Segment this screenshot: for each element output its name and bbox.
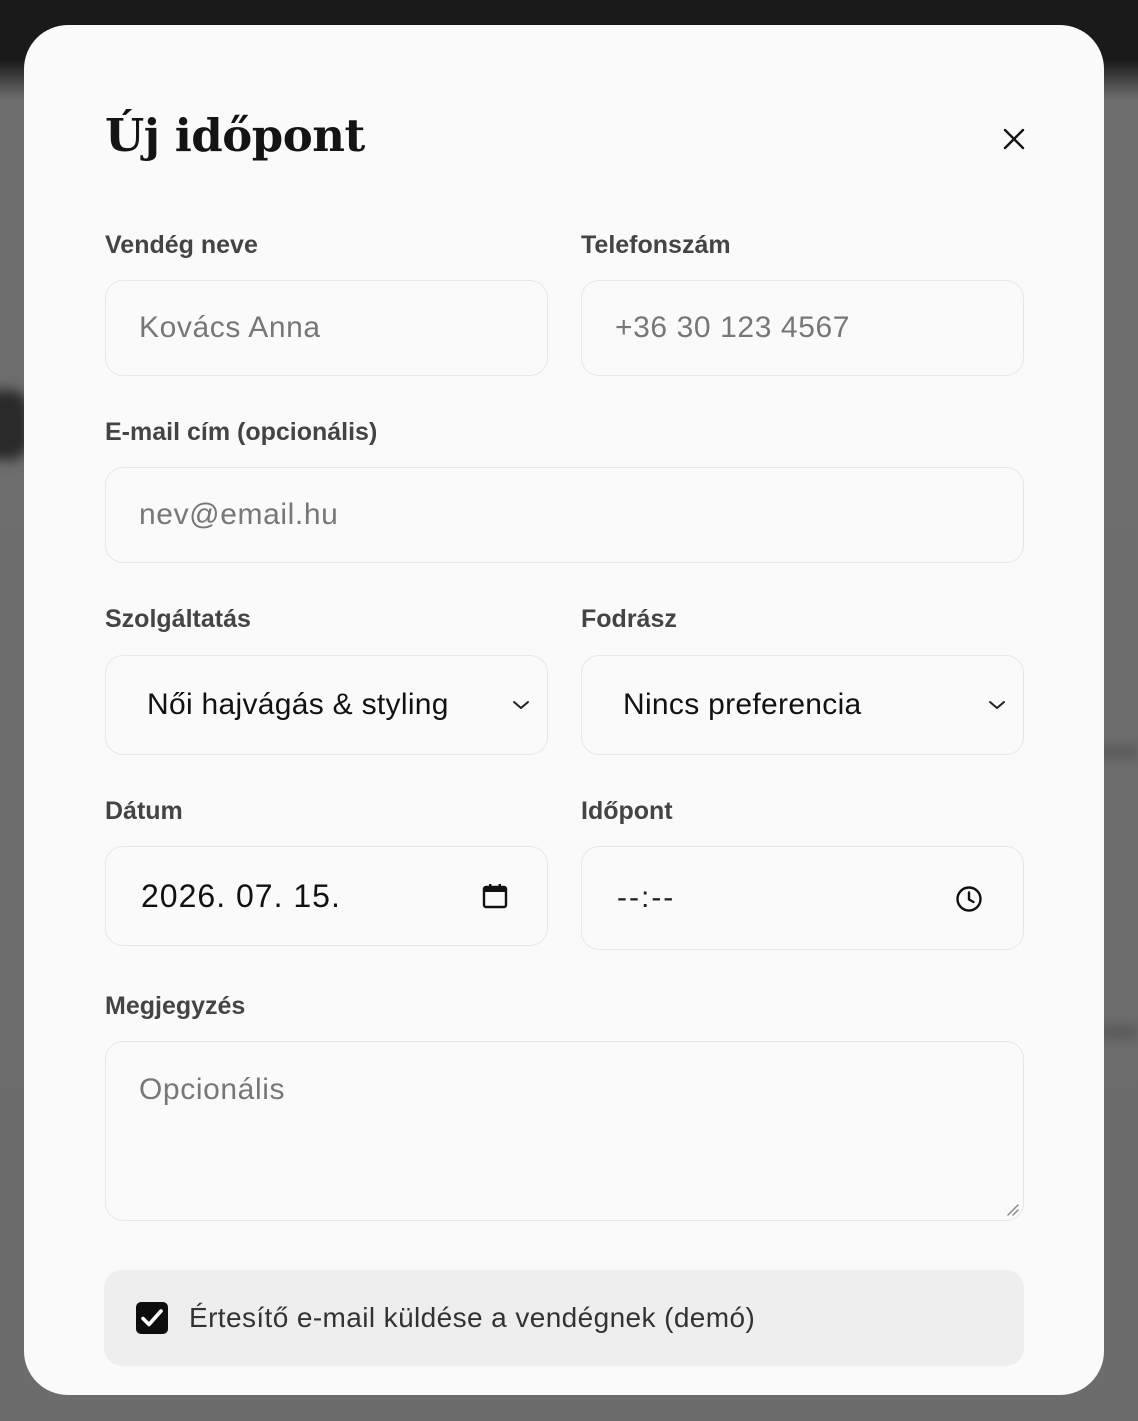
note-textarea[interactable]	[106, 1042, 1023, 1220]
stylist-selected-value: Nincs preferencia	[623, 688, 862, 721]
service-label: Szolgáltatás	[105, 605, 251, 633]
new-appointment-dialog: Új időpont Vendég neve Telefonszám E-mai…	[24, 25, 1104, 1395]
guest-name-field[interactable]	[105, 280, 548, 376]
date-label: Dátum	[105, 797, 183, 825]
guest-name-input[interactable]	[106, 311, 547, 345]
phone-field[interactable]	[581, 280, 1024, 376]
email-label: E-mail cím (opcionális)	[105, 418, 378, 446]
backdrop-shape	[1098, 745, 1138, 759]
guest-name-label: Vendég neve	[105, 231, 258, 259]
note-field[interactable]	[105, 1041, 1024, 1221]
stylist-select[interactable]: Nincs preferencia	[581, 655, 1024, 755]
backdrop-shape	[1098, 1025, 1138, 1039]
close-button[interactable]	[999, 124, 1029, 154]
chevron-down-icon	[989, 701, 1005, 709]
phone-input[interactable]	[582, 311, 1023, 345]
email-field[interactable]	[105, 467, 1024, 563]
service-select[interactable]: Női hajvágás & styling	[105, 655, 548, 755]
email-input[interactable]	[106, 498, 1023, 532]
time-input[interactable]: --:--	[581, 846, 1024, 950]
checkmark-icon	[141, 1309, 163, 1327]
date-input[interactable]: 2026. 07. 15.	[105, 846, 548, 946]
stylist-label: Fodrász	[581, 605, 677, 633]
chevron-down-icon	[513, 701, 529, 709]
notify-checkbox[interactable]	[136, 1302, 168, 1334]
time-label: Időpont	[581, 797, 673, 825]
notify-label: Értesítő e-mail küldése a vendégnek (dem…	[189, 1302, 756, 1333]
note-label: Megjegyzés	[105, 992, 246, 1020]
service-selected-value: Női hajvágás & styling	[147, 688, 449, 721]
notify-email-option[interactable]: Értesítő e-mail küldése a vendégnek (dem…	[104, 1270, 1024, 1366]
dialog-title: Új időpont	[105, 109, 365, 162]
resize-handle-icon[interactable]	[1005, 1202, 1019, 1216]
phone-label: Telefonszám	[581, 231, 731, 259]
calendar-icon[interactable]	[481, 882, 509, 910]
clock-icon[interactable]	[955, 885, 983, 913]
close-icon	[1003, 128, 1025, 150]
